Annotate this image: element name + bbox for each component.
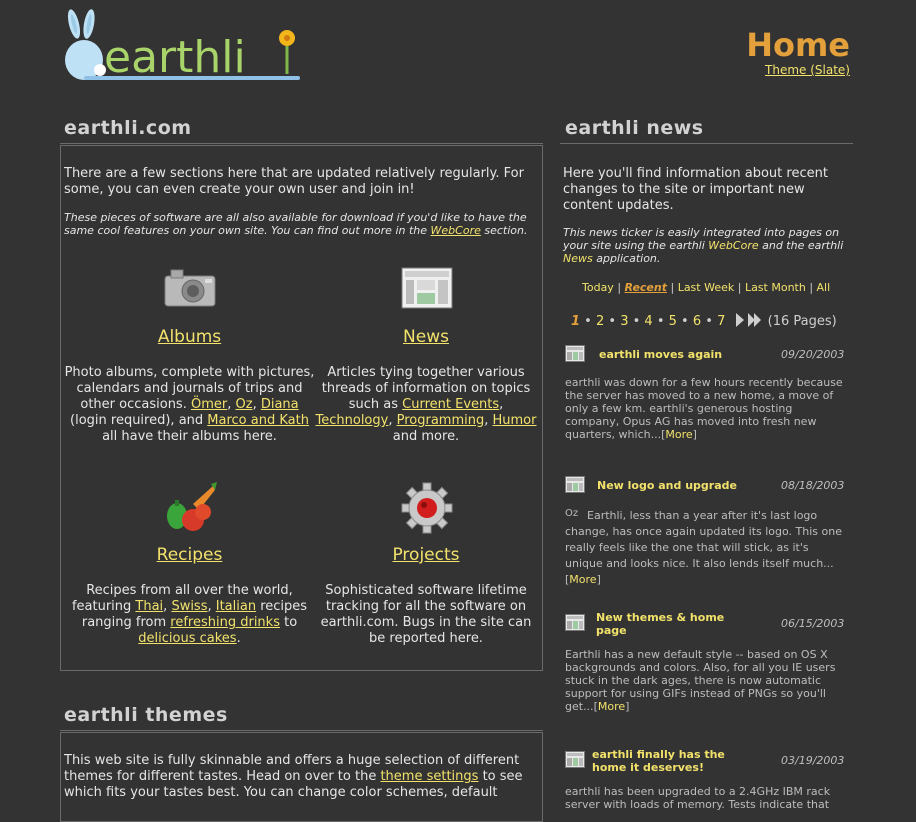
news-item-date: 09/20/2003 [781, 348, 845, 361]
news-item-body: earthli has been upgraded to a 2.4GHz IB… [565, 785, 831, 811]
delicious-cakes-link[interactable]: delicious cakes [138, 631, 236, 646]
programming-link[interactable]: Programming [397, 413, 485, 428]
news-link[interactable]: News [403, 327, 449, 347]
filter-today[interactable]: Today [582, 281, 614, 294]
divider [60, 143, 543, 144]
news-intro: Here you'll find information about recen… [563, 166, 828, 213]
news-item-date: 03/19/2003 [781, 754, 845, 767]
news-item-date: 06/15/2003 [781, 617, 845, 630]
omer-link[interactable]: Ömer [191, 397, 227, 412]
intro-text: There are a few sections here that are u… [64, 166, 524, 197]
humor-link[interactable]: Humor [493, 413, 537, 428]
news-item-title[interactable]: earthli moves again [599, 348, 722, 361]
page-5[interactable]: 5 [669, 314, 677, 329]
pager: 1 • 2 • 3 • 4 • 5 • 6 • 7 (16 Pages) [571, 312, 837, 329]
themes-text: This web site is fully skinnable and off… [64, 753, 523, 800]
refreshing-drinks-link[interactable]: refreshing drinks [170, 615, 280, 630]
page-3[interactable]: 3 [620, 314, 628, 329]
albums-link[interactable]: Albums [158, 327, 221, 347]
time-filters: Today | Recent | Last Week | Last Month … [582, 281, 831, 294]
news-item-body: Earthli, less than a year after it's las… [565, 509, 842, 586]
intro-italic: These pieces of software are all also av… [64, 211, 528, 237]
news-item-date: 08/18/2003 [781, 479, 845, 492]
theme-link[interactable]: Theme (Slate) [765, 63, 850, 77]
newspaper-icon[interactable] [401, 267, 453, 313]
page-title: Home [746, 26, 850, 64]
news-item-icon [565, 614, 585, 635]
oz-link[interactable]: Oz [236, 397, 253, 412]
pages-count: (16 Pages) [767, 314, 837, 329]
camera-icon[interactable] [163, 268, 217, 312]
webcore-link[interactable]: WebCore [431, 224, 481, 237]
marco-kath-link[interactable]: Marco and Kath [207, 413, 309, 428]
page-4[interactable]: 4 [644, 314, 652, 329]
page-7[interactable]: 7 [717, 314, 725, 329]
more-link[interactable]: More [598, 700, 625, 713]
technology-link[interactable]: Technology [316, 413, 389, 428]
news-item-body: earthli was down for a few hours recentl… [565, 376, 843, 441]
news-description: Articles tying together various threads … [315, 365, 537, 444]
current-events-link[interactable]: Current Events [402, 397, 499, 412]
news-item-title[interactable]: earthli finally has the home it deserves… [592, 748, 752, 774]
divider [60, 730, 543, 731]
news-item-title[interactable]: New logo and upgrade [597, 479, 737, 492]
recipes-description: Recipes from all over the world, featuri… [71, 583, 308, 646]
swiss-link[interactable]: Swiss [171, 599, 207, 614]
next-page-icon[interactable] [734, 312, 764, 328]
section-title-earthli: earthli.com [64, 117, 192, 139]
gear-icon[interactable] [401, 482, 453, 538]
italian-link[interactable]: Italian [216, 599, 256, 614]
news-item-icon [565, 751, 585, 772]
filter-last-week[interactable]: Last Week [678, 281, 735, 294]
projects-description: Sophisticated software lifetime tracking… [320, 583, 532, 646]
divider [560, 143, 853, 144]
projects-link[interactable]: Projects [392, 545, 459, 565]
filter-recent[interactable]: Recent [625, 281, 667, 294]
vegetables-icon[interactable] [163, 482, 217, 538]
news-item-body: Earthli has a new default style -- based… [565, 648, 836, 713]
news-item-icon [565, 345, 585, 366]
news-item-title[interactable]: New themes & home page [596, 611, 746, 637]
svg-text:earthli: earthli [104, 32, 246, 83]
albums-description: Photo albums, complete with pictures, ca… [64, 365, 315, 444]
diana-link[interactable]: Diana [261, 397, 299, 412]
earthli-logo[interactable]: earthli [62, 6, 302, 86]
news-app-link[interactable]: News [563, 252, 593, 265]
page-6[interactable]: 6 [693, 314, 701, 329]
page-1: 1 [571, 314, 581, 329]
page-2[interactable]: 2 [596, 314, 604, 329]
filter-all[interactable]: All [817, 281, 831, 294]
news-italic: This news ticker is easily integrated in… [563, 226, 844, 265]
recipes-link[interactable]: Recipes [157, 545, 223, 565]
more-link[interactable]: More [665, 428, 692, 441]
filter-last-month[interactable]: Last Month [745, 281, 806, 294]
more-link[interactable]: More [569, 573, 596, 586]
section-title-news: earthli news [565, 117, 704, 139]
theme-settings-link[interactable]: theme settings [380, 769, 478, 784]
news-item-icon [565, 476, 585, 497]
section-title-themes: earthli themes [64, 704, 228, 726]
webcore-link[interactable]: WebCore [708, 239, 758, 252]
bunny-logo-icon: earthli [65, 9, 300, 83]
thai-link[interactable]: Thai [135, 599, 163, 614]
